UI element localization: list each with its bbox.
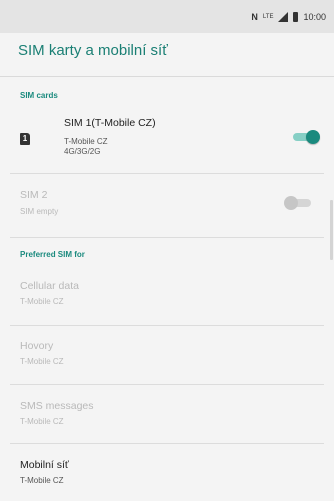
status-time: 10:00 — [303, 12, 326, 22]
cellular-data-subtitle: T-Mobile CZ — [20, 297, 64, 306]
status-bar: N LTE 10:00 — [0, 0, 334, 33]
sms-title: SMS messages — [20, 400, 94, 412]
calls-subtitle: T-Mobile CZ — [20, 357, 64, 366]
divider — [10, 325, 324, 326]
preferred-calls-row[interactable]: Hovory T-Mobile CZ — [0, 335, 334, 379]
status-icons: N LTE 10:00 — [251, 10, 326, 24]
scrollbar[interactable] — [330, 200, 333, 260]
sim1-row[interactable]: SIM 1(T-Mobile CZ) T-Mobile CZ 4G/3G/2G — [0, 110, 334, 165]
section-header-preferred-sim: Preferred SIM for — [20, 250, 85, 259]
divider — [10, 443, 324, 444]
sim2-title: SIM 2 — [20, 189, 48, 201]
sms-subtitle: T-Mobile CZ — [20, 417, 64, 426]
divider — [10, 237, 324, 238]
divider — [10, 384, 324, 385]
app-bar: SIM karty a mobilní síť — [0, 33, 334, 77]
sim2-toggle-thumb — [284, 196, 298, 210]
sim2-subtitle: SIM empty — [20, 207, 59, 216]
nfc-icon: N — [251, 12, 258, 22]
battery-icon — [293, 12, 299, 22]
sim1-toggle-thumb — [306, 130, 320, 144]
page-title: SIM karty a mobilní síť — [18, 42, 168, 59]
mobile-network-subtitle: T-Mobile CZ — [20, 476, 64, 485]
sim-card-icon: 1 — [20, 133, 30, 145]
mobile-network-row[interactable]: Mobilní síť T-Mobile CZ — [0, 454, 334, 498]
sim1-toggle[interactable] — [290, 130, 320, 144]
network-type-label: LTE — [262, 14, 274, 20]
preferred-sms-row[interactable]: SMS messages T-Mobile CZ — [0, 395, 334, 439]
mobile-network-title: Mobilní síť — [20, 459, 69, 471]
cellular-data-title: Cellular data — [20, 280, 79, 292]
signal-icon — [278, 12, 289, 22]
sim2-toggle[interactable] — [284, 196, 314, 210]
divider — [10, 173, 324, 174]
sim1-network-types: 4G/3G/2G — [64, 147, 101, 156]
sim1-title: SIM 1(T-Mobile CZ) — [64, 117, 156, 129]
preferred-cellular-data-row[interactable]: Cellular data T-Mobile CZ — [0, 275, 334, 319]
section-header-sim-cards: SIM cards — [20, 91, 58, 100]
sim1-operator: T-Mobile CZ — [64, 137, 108, 146]
calls-title: Hovory — [20, 340, 54, 352]
